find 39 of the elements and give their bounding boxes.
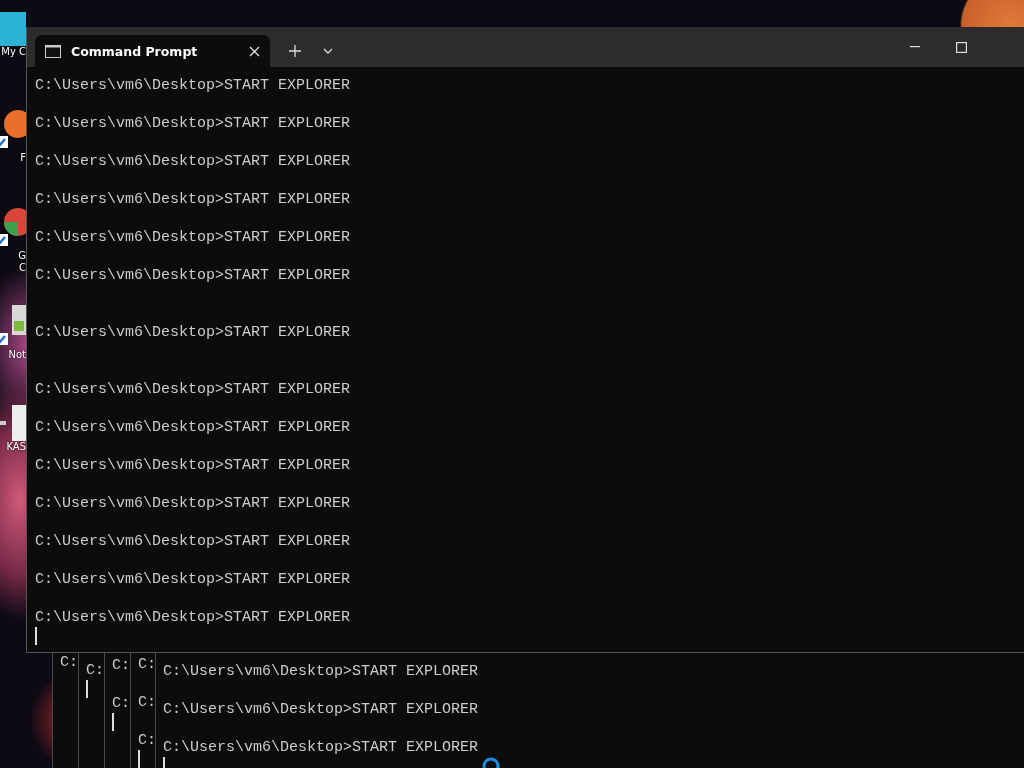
command-line: C:\Users\vm6\Desktop>START EXPLORER	[35, 380, 351, 399]
command-line: C:\Users\vm6\Desktop>START EXPLORER	[35, 418, 351, 437]
command-prompt-tab[interactable]: Command Prompt	[35, 35, 270, 67]
command-line: C:\Users\vm6\Desktop>START EXPLORER	[163, 738, 479, 757]
file-icon	[0, 405, 26, 441]
command-line: C:\Users\vm6\Desktop>START EXPLORER	[35, 266, 351, 285]
icon-label: F	[20, 152, 26, 164]
command-line: C:\Users\vm6\Desktop>START EXPLORER	[35, 494, 351, 513]
command-line: C:	[86, 661, 104, 680]
command-line: C:\Users\vm6\Desktop>START EXPLORER	[163, 662, 479, 681]
command-line: C:\Users\vm6\Desktop>START EXPLORER	[35, 323, 351, 342]
loading-icon	[481, 756, 501, 768]
minimize-icon	[910, 46, 920, 48]
chevron-down-icon	[323, 48, 333, 54]
command-line: C:\Users\vm6\Desktop>START EXPLORER	[35, 114, 351, 133]
icon-label: My C	[1, 46, 26, 58]
command-line: C:\Users\vm6\Desktop>START EXPLORER	[35, 532, 351, 551]
terminal-icon	[45, 44, 61, 58]
command-line: C:	[112, 694, 130, 713]
icon-label: G	[18, 250, 26, 262]
icon-label: C	[19, 262, 26, 274]
command-line: C:\Users\vm6\Desktop>START EXPLORER	[163, 700, 479, 719]
icon-label: KAS	[6, 441, 26, 453]
command-line: C:\Users\vm6\Desktop>START EXPLORER	[35, 608, 351, 627]
command-line: C:\Users\vm6\Desktop>START EXPLORER	[35, 190, 351, 209]
command-line: C:	[138, 655, 156, 674]
close-tab-icon[interactable]	[249, 45, 260, 57]
command-line: C:	[138, 693, 156, 712]
command-line: C:\Users\vm6\Desktop>START EXPLORER	[35, 228, 351, 247]
command-line: C:\Users\vm6\Desktop>START EXPLORER	[35, 76, 351, 95]
maximize-icon	[955, 41, 967, 53]
command-line: C:	[112, 656, 130, 675]
command-line: C:\Users\vm6\Desktop>START EXPLORER	[35, 456, 351, 475]
command-line: C:	[60, 653, 78, 672]
command-line: C:\Users\vm6\Desktop>START EXPLORER	[35, 570, 351, 589]
command-line: C:\Users\vm6\Desktop>START EXPLORER	[35, 152, 351, 171]
command-line: C:	[138, 731, 156, 750]
icon-label: Not	[8, 349, 26, 361]
plus-icon	[289, 45, 301, 57]
